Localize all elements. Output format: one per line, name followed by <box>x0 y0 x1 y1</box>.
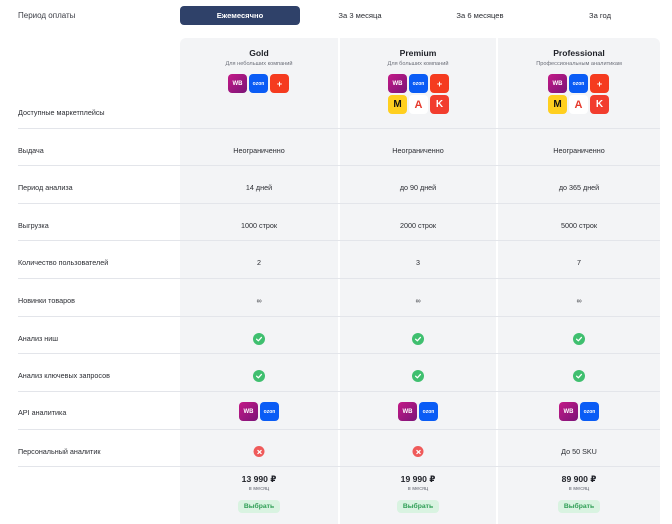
row-value: ∞ <box>415 296 421 305</box>
row-divider <box>18 466 660 467</box>
check-icon <box>412 333 424 345</box>
row-label: Количество пользователей <box>18 258 109 267</box>
row-value: 1000 строк <box>240 221 278 230</box>
row-divider <box>18 353 660 354</box>
period-label: Период оплаты <box>18 11 76 20</box>
plan-subtitle: Для небольших компаний <box>225 61 293 67</box>
row-divider <box>18 278 660 279</box>
marketplaces-premium: WB ozon + M A K <box>388 74 451 114</box>
yandex-market-icon: M <box>548 95 567 114</box>
kazanexpress-icon: K <box>430 95 449 114</box>
plan-subtitle: Профессиональным аналитикам <box>536 61 622 67</box>
row-value: Неограниченно <box>233 146 285 155</box>
marketplaces-professional: WB ozon + M A K <box>548 74 611 114</box>
row-label: Новинки товаров <box>18 296 75 305</box>
plan-header-professional: Professional Профессиональным аналитикам <box>498 48 660 67</box>
row-label: Анализ ниш <box>18 334 59 343</box>
row-divider <box>18 240 660 241</box>
cross-icon <box>253 446 265 457</box>
select-gold-button[interactable]: Выбрать <box>238 500 280 513</box>
row-value: 3 <box>416 258 420 267</box>
row-label: Выдача <box>18 146 44 155</box>
aliexpress-icon: A <box>409 95 428 114</box>
wb-icon: WB <box>559 402 578 421</box>
plan-name: Premium <box>399 48 437 58</box>
price-period-gold: в месяц <box>248 486 270 492</box>
api-marketplaces: WB ozon <box>398 402 438 421</box>
wb-icon: WB <box>228 74 247 93</box>
row-value: 2 <box>257 258 261 267</box>
period-option-3-months[interactable]: За 3 месяца <box>300 6 420 25</box>
wb-icon: WB <box>548 74 567 93</box>
row-value: ∞ <box>256 296 262 305</box>
row-value: ∞ <box>576 296 582 305</box>
ozon-icon: ozon <box>580 402 599 421</box>
plan-header-gold: Gold Для небольших компаний <box>180 48 338 67</box>
row-value: до 365 дней <box>558 183 600 192</box>
price-gold: 13 990 ₽ <box>241 474 277 484</box>
price-period-premium: в месяц <box>407 486 429 492</box>
check-icon <box>253 370 265 382</box>
wb-icon: WB <box>398 402 417 421</box>
plan-header-premium: Premium Для больших компаний <box>340 48 496 67</box>
row-divider <box>18 203 660 204</box>
plan-name: Professional <box>553 48 605 58</box>
row-divider <box>18 429 660 430</box>
row-label: Период анализа <box>18 183 73 192</box>
row-value: 14 дней <box>245 183 273 192</box>
check-icon <box>412 370 424 382</box>
ozon-icon: ozon <box>419 402 438 421</box>
ozon-icon: ozon <box>260 402 279 421</box>
check-icon <box>573 333 585 345</box>
row-label: Выгрузка <box>18 221 49 230</box>
row-value: 2000 строк <box>399 221 437 230</box>
ozon-icon: ozon <box>569 74 588 93</box>
price-professional: 89 900 ₽ <box>561 474 597 484</box>
megamarket-icon: + <box>430 74 449 93</box>
row-divider <box>18 128 660 129</box>
kazanexpress-icon: K <box>590 95 609 114</box>
price-premium: 19 990 ₽ <box>400 474 436 484</box>
megamarket-icon: + <box>270 74 289 93</box>
row-label: API аналитика <box>18 408 67 417</box>
yandex-market-icon: M <box>388 95 407 114</box>
cross-icon <box>412 446 424 457</box>
period-selector: Ежемесячно За 3 месяца За 6 месяцев За г… <box>180 6 660 25</box>
select-premium-button[interactable]: Выбрать <box>397 500 439 513</box>
marketplaces-gold: WB ozon + <box>228 74 291 93</box>
plan-subtitle: Для больших компаний <box>387 61 449 67</box>
price-period-professional: в месяц <box>568 486 590 492</box>
select-professional-button[interactable]: Выбрать <box>558 500 600 513</box>
period-option-year[interactable]: За год <box>540 6 660 25</box>
row-divider <box>18 165 660 166</box>
row-value: 7 <box>577 258 581 267</box>
plan-name: Gold <box>249 48 269 58</box>
period-option-6-months[interactable]: За 6 месяцев <box>420 6 540 25</box>
row-value: До 50 SKU <box>561 447 597 456</box>
row-value: Неограниченно <box>392 146 444 155</box>
api-marketplaces: WB ozon <box>239 402 279 421</box>
row-value: до 90 дней <box>399 183 437 192</box>
wb-icon: WB <box>388 74 407 93</box>
ozon-icon: ozon <box>409 74 428 93</box>
ozon-icon: ozon <box>249 74 268 93</box>
aliexpress-icon: A <box>569 95 588 114</box>
megamarket-icon: + <box>590 74 609 93</box>
period-option-monthly[interactable]: Ежемесячно <box>180 6 300 25</box>
row-value: Неограниченно <box>553 146 605 155</box>
row-divider <box>18 391 660 392</box>
row-label: Персональный аналитик <box>18 447 101 456</box>
check-icon <box>573 370 585 382</box>
wb-icon: WB <box>239 402 258 421</box>
api-marketplaces: WB ozon <box>559 402 599 421</box>
row-label: Анализ ключевых запросов <box>18 371 110 380</box>
row-divider <box>18 316 660 317</box>
check-icon <box>253 333 265 345</box>
row-value: 5000 строк <box>560 221 598 230</box>
row-label: Доступные маркетплейсы <box>18 108 105 117</box>
